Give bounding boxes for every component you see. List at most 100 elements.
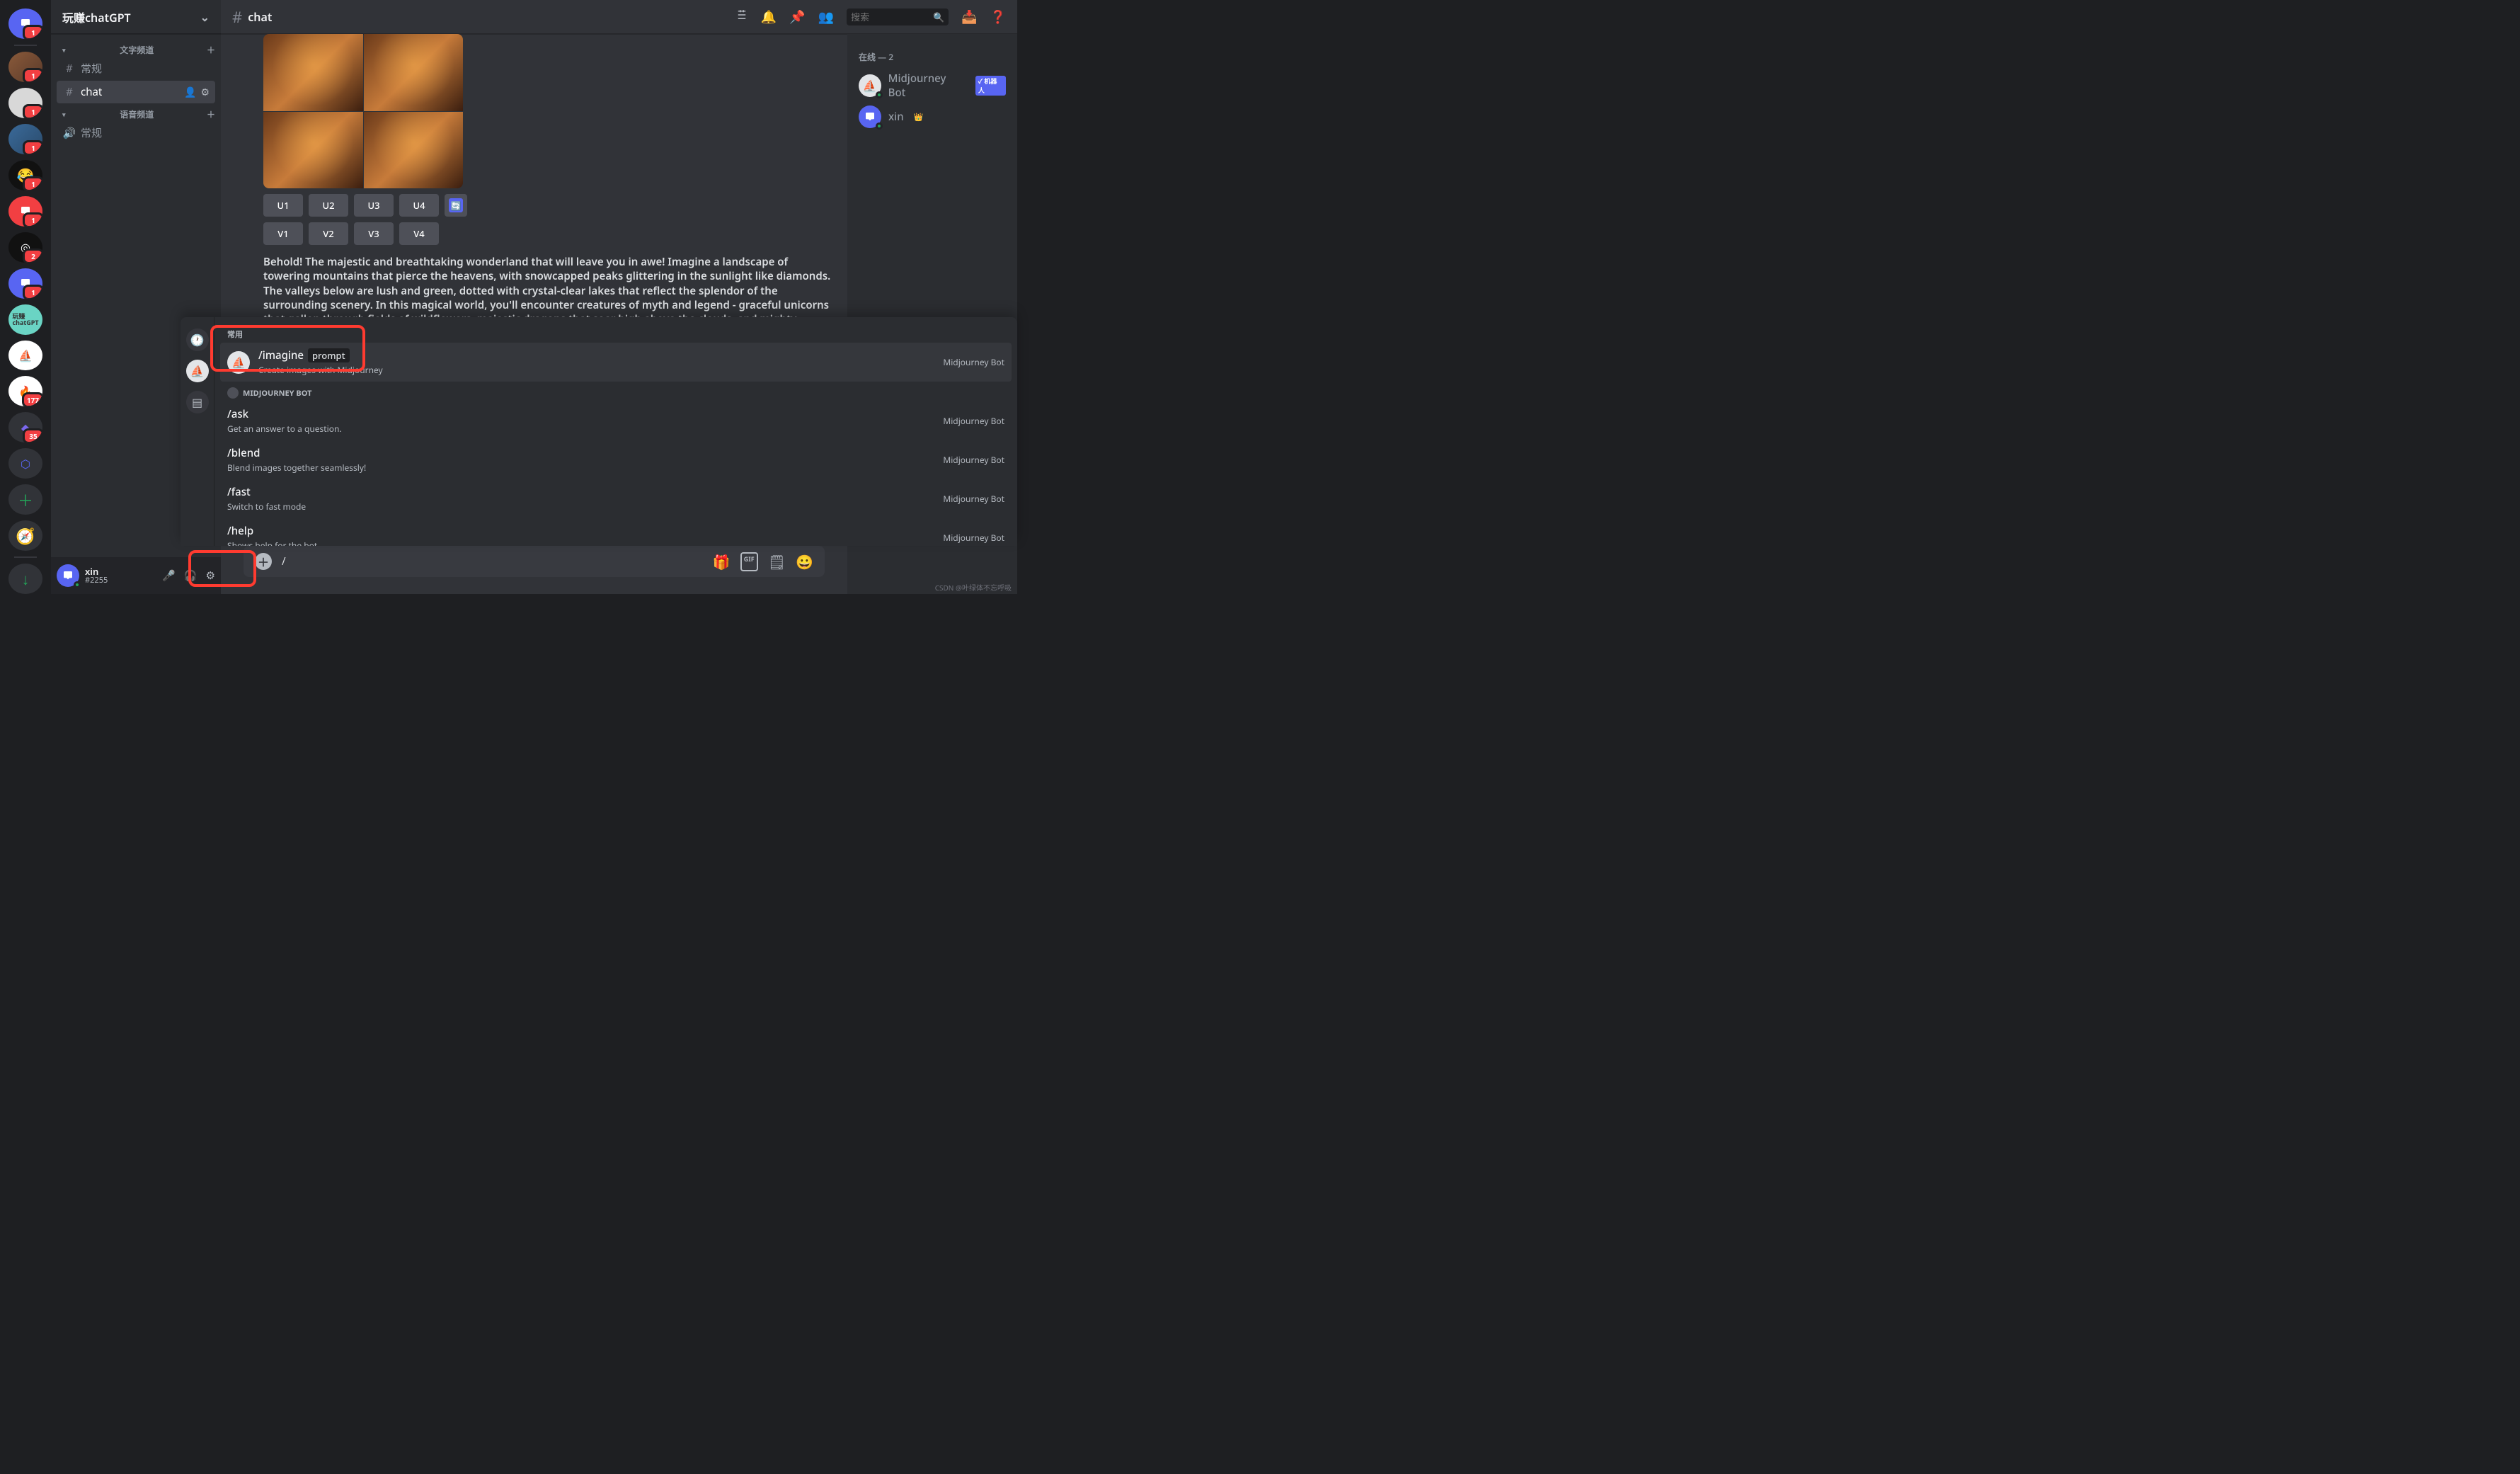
ac-source: Midjourney Bot bbox=[943, 356, 1004, 368]
grid-image bbox=[263, 112, 363, 189]
add-channel-icon[interactable]: ＋ bbox=[207, 108, 215, 120]
add-channel-icon[interactable]: ＋ bbox=[207, 44, 215, 56]
badge: 1 bbox=[23, 68, 42, 82]
category-voice[interactable]: 语音频道＋ bbox=[51, 104, 221, 120]
server-item[interactable]: 😂1 bbox=[8, 160, 42, 190]
sticker-icon[interactable]: 🗒 bbox=[768, 552, 786, 571]
dm-button[interactable]: 1 bbox=[8, 8, 42, 39]
gif-icon[interactable]: GIF bbox=[740, 552, 758, 571]
status-dot bbox=[876, 122, 883, 130]
emoji-icon[interactable]: 😀 bbox=[796, 552, 813, 571]
channel-title: chat bbox=[248, 9, 272, 25]
gear-icon[interactable]: ⚙ bbox=[200, 86, 210, 99]
ac-desc: Shows help for the bot. bbox=[227, 539, 934, 546]
user-info[interactable]: xin #2255 bbox=[85, 566, 156, 585]
ac-source: Midjourney Bot bbox=[943, 532, 1004, 544]
ac-section-frequent: 常用 bbox=[220, 323, 1012, 343]
gift-icon[interactable]: 🎁 bbox=[713, 552, 731, 571]
channel-label: chat bbox=[81, 85, 102, 99]
server-name: 玩赚chatGPT bbox=[62, 8, 131, 25]
server-item[interactable]: ⬡ bbox=[8, 448, 42, 479]
attach-button[interactable]: ＋ bbox=[255, 553, 272, 570]
ac-source: Midjourney Bot bbox=[943, 454, 1004, 466]
members-icon[interactable]: 👥 bbox=[818, 8, 834, 25]
voice-channel-item[interactable]: 🔊常规 bbox=[57, 121, 215, 144]
ac-item[interactable]: /helpShows help for the bot. Midjourney B… bbox=[220, 518, 1012, 546]
search-input[interactable] bbox=[851, 11, 933, 23]
server-item[interactable]: 玩赚chatGPT bbox=[8, 304, 42, 335]
server-item[interactable]: 🔥177 bbox=[8, 376, 42, 406]
invite-icon[interactable]: 👤 bbox=[184, 86, 196, 99]
ac-builtins-icon[interactable]: ▤ bbox=[186, 391, 209, 413]
message-input-bar: ＋ 🎁 GIF 🗒 😀 bbox=[244, 546, 825, 577]
badge: 2 bbox=[23, 248, 42, 263]
ac-item[interactable]: /fastSwitch to fast modeMidjourney Bot bbox=[220, 479, 1012, 518]
ac-command: /ask bbox=[227, 407, 248, 421]
ac-item[interactable]: /blendBlend images together seamlessly!M… bbox=[220, 440, 1012, 479]
u1-button[interactable]: U1 bbox=[263, 194, 303, 217]
search-icon: 🔍 bbox=[933, 11, 944, 23]
help-icon[interactable]: ❓ bbox=[990, 8, 1006, 25]
ac-param: prompt bbox=[308, 348, 350, 362]
ac-desc: Blend images together seamlessly! bbox=[227, 462, 934, 474]
member-item[interactable]: xin 👑 bbox=[853, 103, 1012, 131]
ac-command: /help bbox=[227, 524, 253, 538]
ac-recent-icon[interactable]: 🕐 bbox=[186, 328, 209, 351]
avatar[interactable] bbox=[57, 564, 79, 587]
threads-icon[interactable] bbox=[735, 8, 748, 25]
download-button[interactable]: ↓ bbox=[8, 564, 42, 594]
mute-icon[interactable]: 🎤 bbox=[162, 569, 176, 583]
badge: 1 bbox=[23, 140, 42, 154]
reroll-button[interactable]: 🔄 bbox=[445, 194, 467, 217]
inbox-icon[interactable]: 📥 bbox=[961, 8, 977, 25]
server-item[interactable]: 1 bbox=[8, 268, 42, 299]
search-box[interactable]: 🔍 bbox=[847, 8, 949, 25]
separator bbox=[14, 45, 37, 46]
member-name: xin bbox=[888, 110, 904, 124]
v2-button[interactable]: V2 bbox=[309, 222, 348, 245]
ac-desc: Get an answer to a question. bbox=[227, 423, 934, 435]
ac-command: /fast bbox=[227, 485, 251, 499]
server-header[interactable]: 玩赚chatGPT ⌄ bbox=[51, 0, 221, 34]
ac-desc: Create images with Midjourney bbox=[258, 364, 934, 376]
server-item[interactable]: ◆35 bbox=[8, 412, 42, 442]
badge: 35 bbox=[23, 428, 42, 442]
app-avatar: ⛵ bbox=[227, 351, 250, 374]
server-item[interactable]: 1 bbox=[8, 196, 42, 227]
owner-crown-icon: 👑 bbox=[914, 112, 924, 122]
input-area: ＋ 🎁 GIF 🗒 😀 bbox=[232, 546, 836, 594]
v3-button[interactable]: V3 bbox=[354, 222, 394, 245]
v4-button[interactable]: V4 bbox=[399, 222, 439, 245]
deafen-icon[interactable]: 🎧 bbox=[184, 569, 197, 583]
member-item[interactable]: ⛵ Midjourney Bot ✓ 机器人 bbox=[853, 69, 1012, 103]
pinned-icon[interactable]: 📌 bbox=[789, 8, 805, 25]
explore-button[interactable]: 🧭 bbox=[8, 520, 42, 551]
category-text[interactable]: 文字频道＋ bbox=[51, 40, 221, 56]
midjourney-image-grid[interactable] bbox=[263, 34, 463, 188]
separator bbox=[14, 556, 37, 558]
ac-app-midjourney[interactable]: ⛵ bbox=[186, 360, 209, 382]
command-autocomplete: 🕐 ⛵ ▤ 常用 ⛵ /imagineprompt Create images … bbox=[181, 317, 1017, 546]
server-item[interactable]: 1 bbox=[8, 88, 42, 118]
v1-button[interactable]: V1 bbox=[263, 222, 303, 245]
add-server-button[interactable]: ＋ bbox=[8, 484, 42, 515]
server-item[interactable]: ⛵ bbox=[8, 341, 42, 371]
user-tag: #2255 bbox=[85, 576, 156, 585]
ac-section-midjourney: MIDJOURNEY BOT bbox=[220, 382, 1012, 401]
settings-icon[interactable]: ⚙ bbox=[206, 569, 215, 583]
channel-item[interactable]: #常规 bbox=[57, 57, 215, 80]
status-dot bbox=[74, 581, 81, 588]
u4-button[interactable]: U4 bbox=[399, 194, 439, 217]
server-item[interactable]: ◎2 bbox=[8, 232, 42, 263]
ac-item-imagine-frequent[interactable]: ⛵ /imagineprompt Create images with Midj… bbox=[220, 343, 1012, 382]
channel-item-chat[interactable]: #chat👤⚙ bbox=[57, 81, 215, 103]
u3-button[interactable]: U3 bbox=[354, 194, 394, 217]
ac-item[interactable]: /askGet an answer to a question.Midjourn… bbox=[220, 401, 1012, 440]
u2-button[interactable]: U2 bbox=[309, 194, 348, 217]
avatar: ⛵ bbox=[859, 74, 881, 97]
message-input[interactable] bbox=[282, 554, 703, 569]
server-item[interactable]: 1 bbox=[8, 52, 42, 82]
server-item[interactable]: 1 bbox=[8, 124, 42, 154]
notifications-icon[interactable]: 🔔 bbox=[761, 8, 777, 25]
badge: 1 bbox=[23, 212, 42, 227]
